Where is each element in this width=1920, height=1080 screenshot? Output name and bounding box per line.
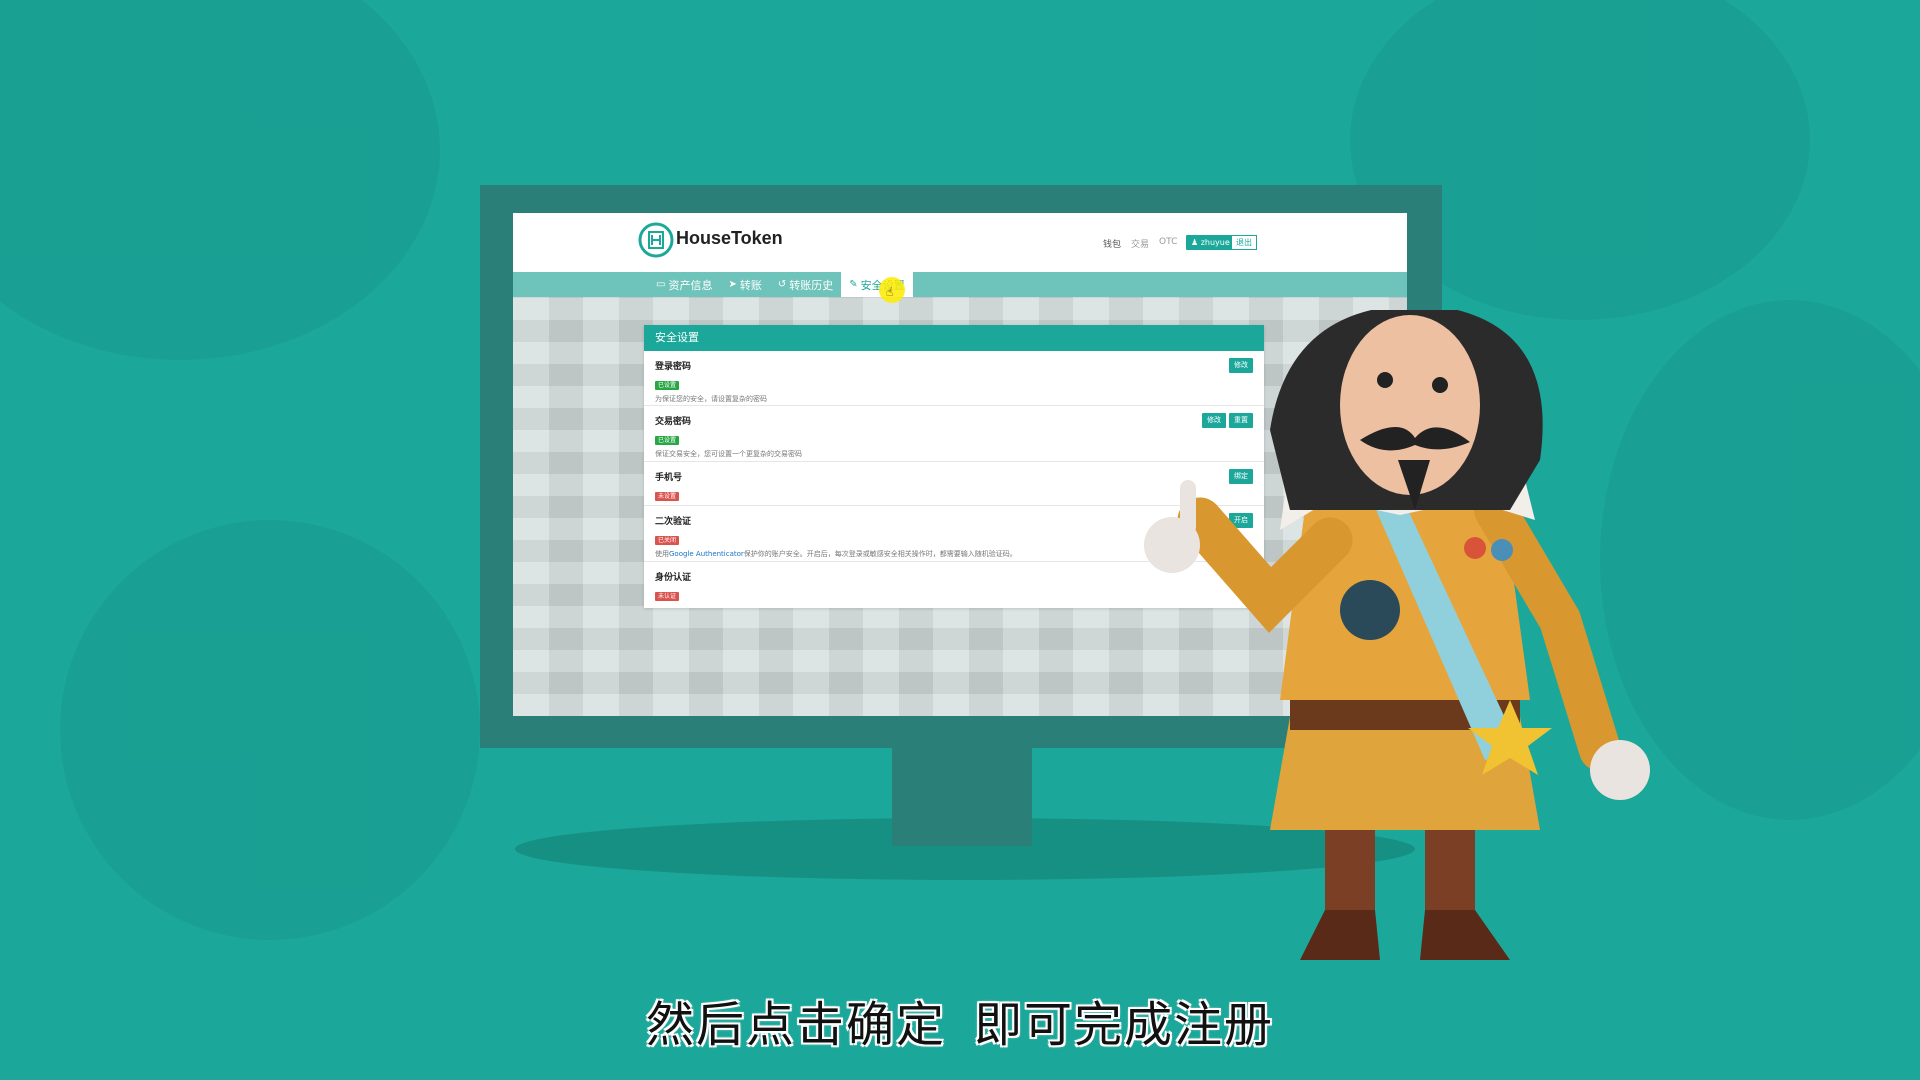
history-icon: ↺ xyxy=(777,279,787,290)
wrench-icon: ✎ xyxy=(849,279,858,290)
user-button[interactable]: ♟ zhuyue xyxy=(1186,235,1235,250)
background-decoration xyxy=(0,0,440,360)
tab-transfer[interactable]: ➤ 转账 xyxy=(720,272,769,297)
wallet-icon: ▭ xyxy=(656,279,666,290)
user-name: zhuyue xyxy=(1200,238,1230,247)
top-link-trade[interactable]: 交易 xyxy=(1131,237,1149,250)
status-badge: 未认证 xyxy=(655,592,680,601)
subtitle-part-1: 然后点击确定 xyxy=(645,997,946,1053)
video-subtitle: 然后点击确定 即可完成注册 xyxy=(0,985,1920,1055)
site-header: HouseToken 钱包 交易 OTC ♟ zhuyue 退出 xyxy=(513,213,1407,272)
subtitle-part-2: 即可完成注册 xyxy=(974,997,1275,1053)
top-link-otc[interactable]: OTC xyxy=(1159,237,1177,250)
status-badge: 未设置 xyxy=(655,492,680,501)
google-authenticator-link[interactable]: Google Authenticator xyxy=(669,550,744,558)
nav-bar: ▭ 资产信息 ➤ 转账 ↺ 转账历史 ✎ 安全设置 xyxy=(513,272,1407,297)
house-token-logo-icon xyxy=(638,222,674,258)
background-decoration xyxy=(60,520,480,940)
desc-prefix: 使用 xyxy=(655,550,669,558)
status-badge: 已设置 xyxy=(655,381,680,390)
send-icon: ➤ xyxy=(728,279,737,290)
top-link-wallet[interactable]: 钱包 xyxy=(1103,237,1121,250)
tab-transfer-history[interactable]: ↺ 转账历史 xyxy=(770,272,841,297)
hand-cursor-icon: ☝ xyxy=(886,285,894,299)
status-badge: 已设置 xyxy=(655,436,680,445)
monitor-stand xyxy=(892,748,1032,846)
desc-suffix: 保护你的账户安全。开启后，每次登录或敏感安全相关操作时，都需要输入随机验证码。 xyxy=(743,550,1017,558)
tab-label: 转账 xyxy=(739,278,762,292)
cartoon-musketeer-illustration xyxy=(1144,310,1650,960)
tab-asset-info[interactable]: ▭ 资产信息 xyxy=(648,272,720,297)
user-icon: ♟ xyxy=(1191,238,1199,247)
logout-button[interactable]: 退出 xyxy=(1231,235,1257,250)
top-links: 钱包 交易 OTC xyxy=(1103,237,1177,250)
tab-label: 转账历史 xyxy=(789,278,834,292)
status-badge: 已关闭 xyxy=(655,536,680,545)
brand-name[interactable]: HouseToken xyxy=(676,228,783,249)
tab-label: 资产信息 xyxy=(668,278,713,292)
